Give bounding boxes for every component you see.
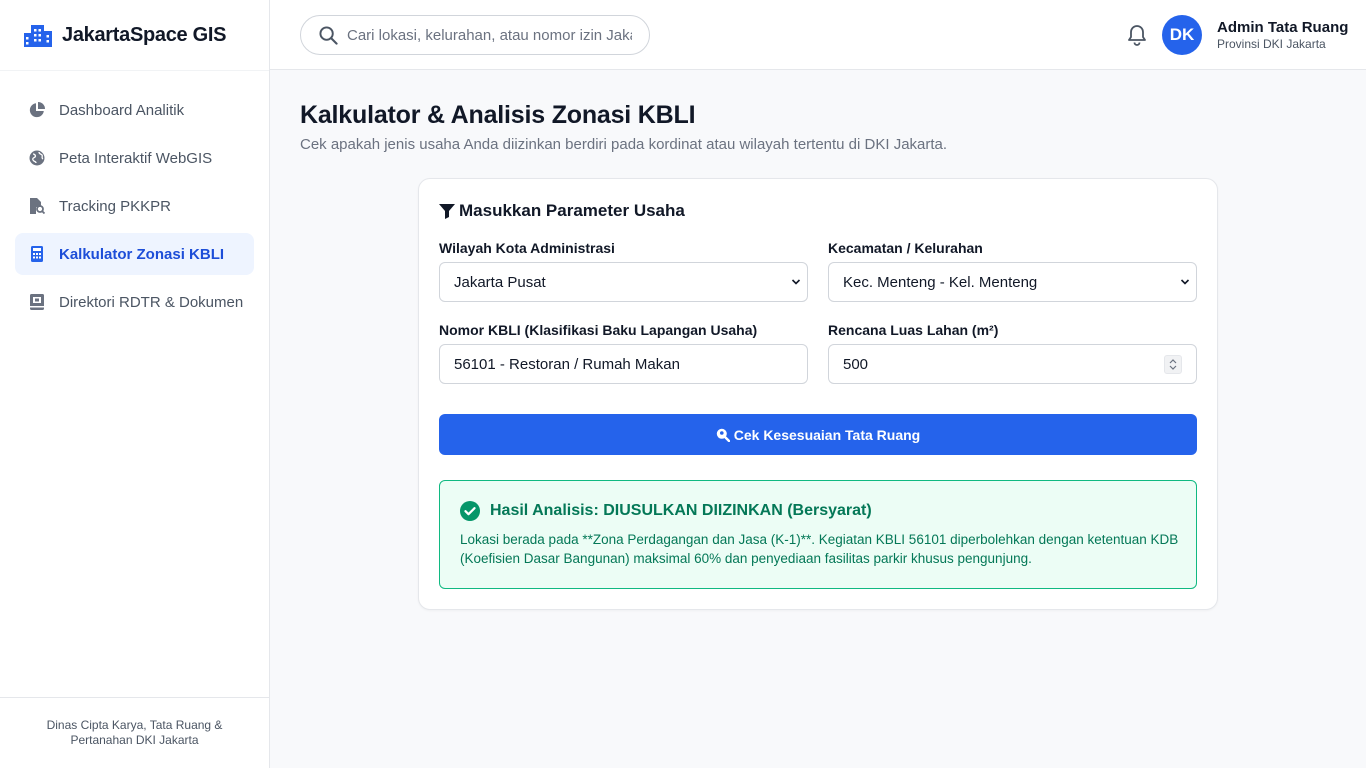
search-location-icon — [716, 428, 730, 442]
avatar[interactable]: DK — [1162, 15, 1202, 55]
result-header: Hasil Analisis: DIUSULKAN DIIZINKAN (Ber… — [460, 501, 872, 521]
brand-name: JakartaSpace GIS — [62, 23, 227, 46]
search-box[interactable] — [300, 15, 650, 55]
page-subtitle: Cek apakah jenis usaha Anda diizinkan be… — [300, 136, 948, 153]
area-input-value: 500 — [843, 355, 869, 373]
sidebar-item-label: Tracking PKKPR — [59, 197, 171, 215]
sidebar-item-label: Peta Interaktif WebGIS — [59, 149, 213, 167]
stepper-arrows-icon — [1169, 359, 1177, 370]
user-role: Provinsi DKI Jakarta — [1217, 37, 1326, 51]
check-zoning-label: Cek Kesesuaian Tata Ruang — [733, 426, 921, 443]
check-circle-icon — [460, 501, 480, 521]
kbli-label: Nomor KBLI (Klasifikasi Baku Lapangan Us… — [439, 322, 758, 338]
sidebar-item-webgis[interactable]: Peta Interaktif WebGIS — [15, 137, 254, 179]
district-label: Kecamatan / Kelurahan — [828, 240, 983, 256]
district-select[interactable]: Kec. Menteng - Kel. Menteng — [828, 262, 1197, 302]
city-select[interactable]: Jakarta Pusat — [439, 262, 808, 302]
check-zoning-button[interactable]: Cek Kesesuaian Tata Ruang — [439, 414, 1197, 455]
sidebar-item-label: Direktori RDTR & Dokumen — [59, 293, 244, 311]
file-search-icon — [29, 198, 45, 214]
form-title: Masukkan Parameter Usaha — [439, 201, 685, 221]
globe-icon — [29, 150, 45, 166]
search-input[interactable] — [347, 26, 632, 44]
page-title: Kalkulator & Analisis Zonasi KBLI — [300, 101, 696, 129]
sidebar-footer: Dinas Cipta Karya, Tata Ruang & Pertanah… — [0, 697, 269, 768]
sidebar: JakartaSpace GIS Dashboard Analitik Peta… — [0, 0, 270, 768]
result-body: Lokasi berada pada **Zona Perdagangan da… — [460, 532, 1179, 566]
area-label: Rencana Luas Lahan (m²) — [828, 322, 999, 338]
district-select-value: Kec. Menteng - Kel. Menteng — [843, 273, 1038, 291]
topbar: DK Admin Tata Ruang Provinsi DKI Jakarta — [270, 0, 1366, 70]
bell-icon[interactable] — [1127, 24, 1147, 46]
result-title: Hasil Analisis: DIUSULKAN DIIZINKAN (Ber… — [490, 502, 872, 519]
number-stepper[interactable] — [1164, 355, 1182, 374]
city-label: Wilayah Kota Administrasi — [439, 240, 615, 256]
search-icon — [319, 25, 338, 45]
sidebar-nav: Dashboard Analitik Peta Interaktif WebGI… — [0, 71, 269, 323]
analysis-result: Hasil Analisis: DIUSULKAN DIIZINKAN (Ber… — [439, 480, 1197, 589]
filter-icon — [439, 203, 455, 219]
user-info[interactable]: Admin Tata Ruang Provinsi DKI Jakarta — [1217, 19, 1348, 51]
form-title-text: Masukkan Parameter Usaha — [459, 201, 685, 220]
sidebar-item-rdtr-directory[interactable]: Direktori RDTR & Dokumen — [15, 281, 254, 323]
sidebar-item-tracking[interactable]: Tracking PKKPR — [15, 185, 254, 227]
pie-chart-icon — [29, 102, 45, 118]
kbli-form-card: Masukkan Parameter Usaha Wilayah Kota Ad… — [418, 178, 1218, 610]
chevron-down-icon — [791, 279, 801, 285]
sidebar-item-label: Kalkulator Zonasi KBLI — [59, 245, 225, 263]
city-buildings-icon — [24, 25, 52, 47]
calculator-icon — [29, 246, 45, 262]
sidebar-item-label: Dashboard Analitik — [59, 101, 185, 119]
sidebar-item-dashboard[interactable]: Dashboard Analitik — [15, 89, 254, 131]
kbli-input[interactable]: 56101 - Restoran / Rumah Makan — [439, 344, 808, 384]
area-input[interactable]: 500 — [828, 344, 1197, 384]
kbli-input-value: 56101 - Restoran / Rumah Makan — [454, 355, 680, 373]
book-icon — [29, 294, 45, 310]
sidebar-item-kbli-calculator[interactable]: Kalkulator Zonasi KBLI — [15, 233, 254, 275]
chevron-down-icon — [1180, 279, 1190, 285]
brand[interactable]: JakartaSpace GIS — [0, 0, 269, 71]
user-name: Admin Tata Ruang — [1217, 19, 1349, 36]
city-select-value: Jakarta Pusat — [454, 273, 546, 291]
